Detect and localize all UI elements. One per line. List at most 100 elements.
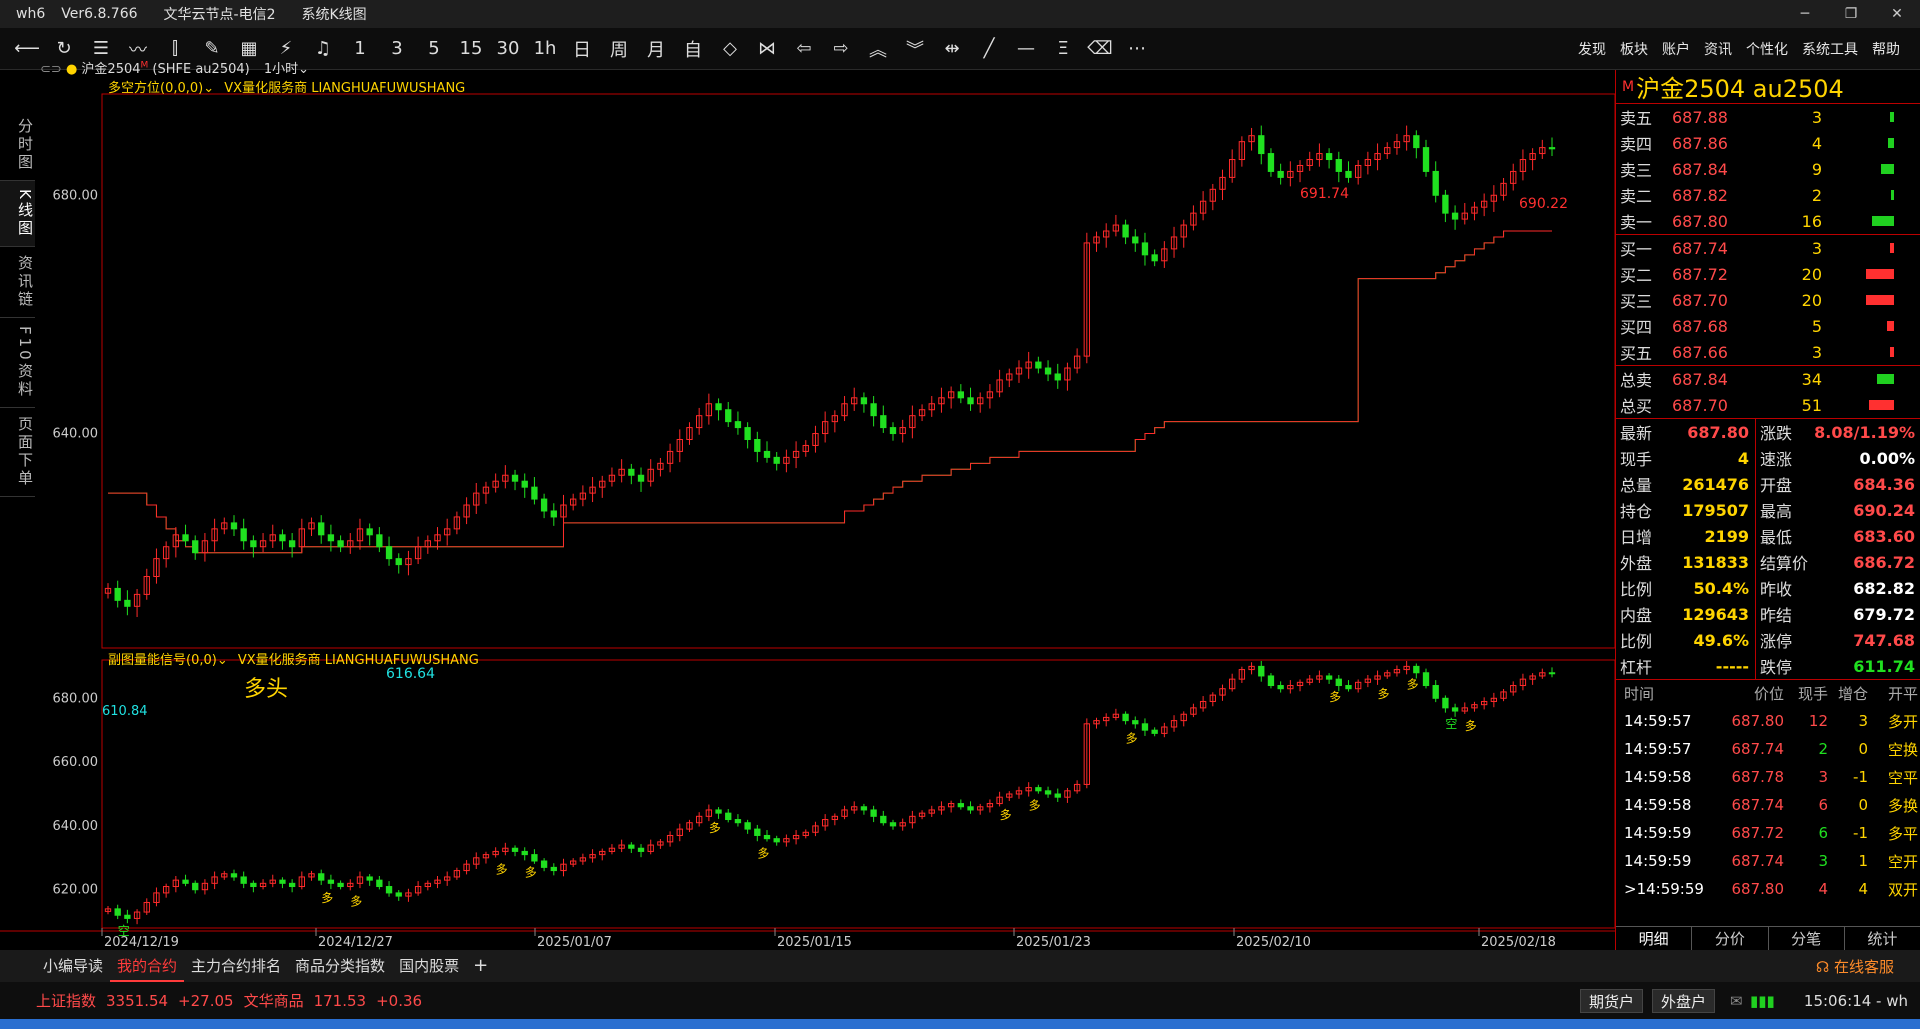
ask-level[interactable]: 卖一 687.80 16: [1616, 208, 1920, 234]
period-month[interactable]: 月: [641, 34, 671, 64]
chart-area[interactable]: 多多多多多多多多多多多多多空空 680.00 640.00 680.00 660.00…: [0, 61, 1615, 950]
period-30[interactable]: 30: [493, 34, 523, 64]
bid-level[interactable]: 买一 687.74 3: [1616, 235, 1920, 261]
bid-level[interactable]: 买四 687.68 5: [1616, 313, 1920, 339]
period-custom[interactable]: 自: [678, 34, 708, 64]
candle-body: [337, 540, 344, 548]
mail-icon[interactable]: ✉: [1730, 992, 1743, 1010]
main-indicator-name[interactable]: 多空方位(0,0,0): [108, 81, 203, 96]
back-icon[interactable]: ⟵: [12, 34, 42, 64]
book-level-price: 687.68: [1672, 316, 1728, 336]
period-5[interactable]: 5: [419, 34, 449, 64]
arrow-right-icon[interactable]: ⇨: [826, 34, 856, 64]
period-1h[interactable]: 1h: [530, 34, 560, 64]
tick-row[interactable]: >14:59:59 687.80 4 4 双开: [1616, 875, 1920, 903]
bid-level[interactable]: 买五 687.66 3: [1616, 339, 1920, 365]
tick-row[interactable]: 14:59:58 687.78 3 -1 空平: [1616, 763, 1920, 791]
sub-candle-body: [124, 914, 131, 919]
tab-trades[interactable]: 分笔: [1769, 927, 1845, 950]
menu-news[interactable]: 资讯: [1704, 39, 1732, 59]
tick-row[interactable]: 14:59:57 687.80 12 3 多开: [1616, 707, 1920, 735]
period-1[interactable]: 1: [345, 34, 375, 64]
stat-label: 昨收: [1760, 580, 1793, 599]
server-node[interactable]: 文华云节点-电信2: [164, 4, 276, 24]
book-total[interactable]: 总买 687.70 51: [1616, 392, 1920, 418]
book-total[interactable]: 总卖 687.84 34: [1616, 366, 1920, 392]
arrow-left-icon[interactable]: ⇦: [789, 34, 819, 64]
crosshair-icon[interactable]: ⇹: [937, 34, 967, 64]
menu-personalize[interactable]: 个性化: [1746, 39, 1788, 59]
stat-left: 最新 687.80: [1616, 419, 1755, 445]
chevron-down-icon[interactable]: ⌄: [203, 81, 214, 96]
fib-icon[interactable]: Ξ: [1048, 34, 1078, 64]
tab-main-ranking[interactable]: 主力合约排名: [184, 950, 288, 982]
main-pane-border: [101, 93, 1615, 649]
minimize-button[interactable]: ─: [1782, 0, 1828, 28]
hline-icon[interactable]: —: [1011, 34, 1041, 64]
index1-name[interactable]: 上证指数: [36, 990, 96, 1011]
chevron-down-icon[interactable]: ⌄: [298, 62, 309, 77]
ask-level[interactable]: 卖二 687.82 2: [1616, 182, 1920, 208]
tick-row[interactable]: 14:59:59 687.72 6 -1 多平: [1616, 819, 1920, 847]
tab-domestic-stocks[interactable]: 国内股票: [392, 950, 466, 982]
menu-help[interactable]: 帮助: [1872, 39, 1900, 59]
book-level-volume: 34: [1801, 369, 1822, 389]
foreign-account-button[interactable]: 外盘户: [1652, 989, 1716, 1013]
zoom-out-icon[interactable]: ⋈: [752, 34, 782, 64]
more-icon[interactable]: ⋯: [1122, 34, 1152, 64]
sub-candle-body: [531, 854, 538, 862]
book-bar-box: [1822, 287, 1902, 313]
long-signal: 多: [321, 891, 333, 905]
stat-label: 日增: [1620, 528, 1653, 547]
sub-candle-body: [1258, 665, 1265, 677]
maximize-button[interactable]: ❐: [1828, 0, 1874, 28]
tab-stats[interactable]: 统计: [1845, 927, 1920, 950]
period-15[interactable]: 15: [456, 34, 486, 64]
period-3[interactable]: 3: [382, 34, 412, 64]
chevron-down-icon[interactable]: ⌄: [217, 653, 228, 668]
tab-detail[interactable]: 明细: [1616, 927, 1693, 950]
sub-candle-body: [754, 828, 761, 836]
bell-icon[interactable]: ♫: [308, 34, 338, 64]
stat-value: 687.80: [1687, 422, 1749, 442]
kline-chart[interactable]: 多多多 多多多多多多多 多多多空空 680.00640.00680.00660.00…: [0, 70, 1615, 950]
arrow-down-icon[interactable]: ︾: [900, 34, 930, 64]
futures-account-button[interactable]: 期货户: [1580, 989, 1644, 1013]
tab-commodity-index[interactable]: 商品分类指数: [288, 950, 392, 982]
index2-name[interactable]: 文华商品: [244, 990, 304, 1011]
close-button[interactable]: ✕: [1874, 0, 1920, 28]
arrow-up-icon[interactable]: ︽: [863, 34, 893, 64]
candle-body: [1141, 242, 1149, 256]
tick-row[interactable]: 14:59:58 687.74 6 0 多换: [1616, 791, 1920, 819]
book-level-volume: 3: [1811, 342, 1822, 362]
sub-indicator-name[interactable]: 副图量能信号(0,0): [108, 653, 217, 668]
menu-account[interactable]: 账户: [1662, 39, 1690, 59]
tab-my-contracts[interactable]: 我的合约: [110, 950, 185, 982]
ask-level[interactable]: 卖五 687.88 3: [1616, 104, 1920, 130]
candle-body: [1345, 170, 1352, 178]
add-tab-button[interactable]: +: [466, 950, 495, 982]
tick-price: 687.74: [1731, 740, 1785, 758]
sub-candle-body: [511, 847, 519, 852]
menu-sector[interactable]: 板块: [1620, 39, 1648, 59]
online-service-button[interactable]: ☊ 在线客服: [1816, 956, 1894, 977]
tick-time: >14:59:59: [1624, 880, 1704, 898]
draw-line-icon[interactable]: ╱: [974, 34, 1004, 64]
period-select[interactable]: 1小时: [264, 62, 298, 77]
ask-level[interactable]: 卖四 687.86 4: [1616, 130, 1920, 156]
menu-discover[interactable]: 发现: [1578, 39, 1606, 59]
bid-level[interactable]: 买三 687.70 20: [1616, 287, 1920, 313]
tick-row[interactable]: 14:59:59 687.74 3 1 空开: [1616, 847, 1920, 875]
period-week[interactable]: 周: [604, 34, 634, 64]
tab-editor-guide[interactable]: 小编导读: [36, 950, 110, 982]
book-level-label: 卖四: [1620, 135, 1653, 154]
book-level-price: 687.84: [1672, 369, 1728, 389]
menu-tools[interactable]: 系统工具: [1802, 39, 1858, 59]
eraser-icon[interactable]: ⌫: [1085, 34, 1115, 64]
period-day[interactable]: 日: [567, 34, 597, 64]
tab-price-dist[interactable]: 分价: [1692, 927, 1769, 950]
zoom-in-icon[interactable]: ◇: [715, 34, 745, 64]
bid-level[interactable]: 买二 687.72 20: [1616, 261, 1920, 287]
tick-row[interactable]: 14:59:57 687.74 2 0 空换: [1616, 735, 1920, 763]
ask-level[interactable]: 卖三 687.84 9: [1616, 156, 1920, 182]
